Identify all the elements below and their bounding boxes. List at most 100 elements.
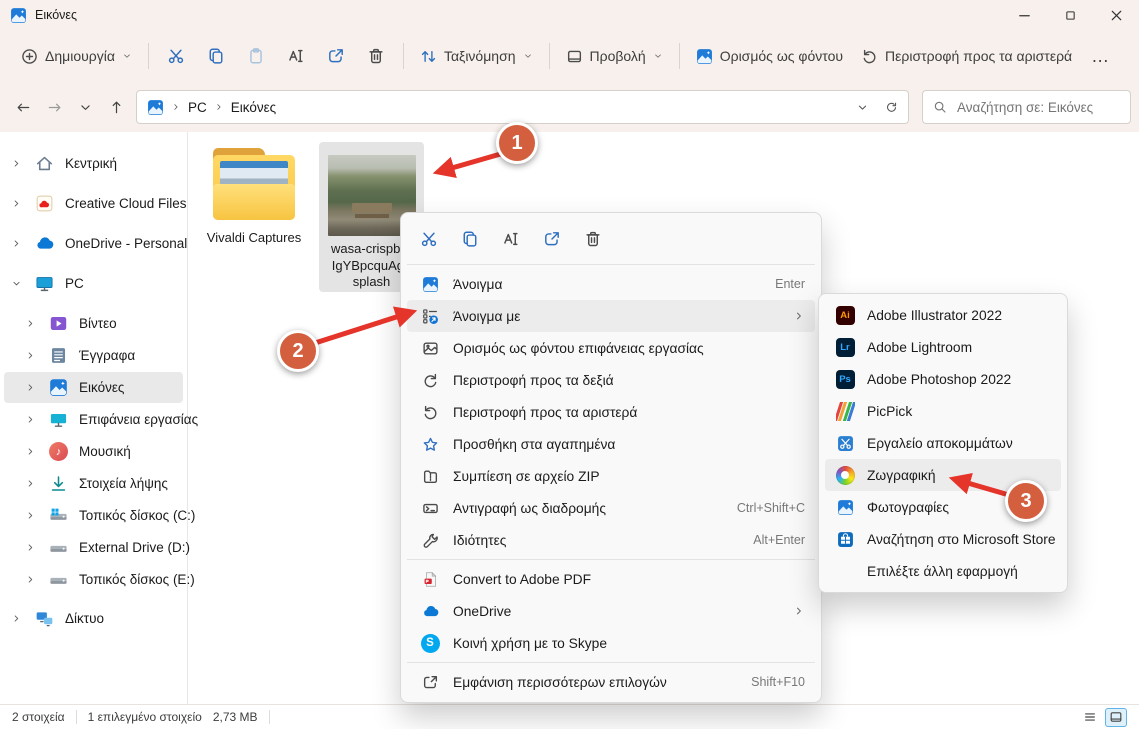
set-background-label: Ορισμός ως φόντου	[720, 48, 843, 64]
submenu-item-picpick[interactable]: PicPick	[825, 395, 1061, 427]
window-title: Εικόνες	[35, 8, 77, 22]
disk-icon	[49, 570, 68, 589]
share-button[interactable]	[316, 39, 356, 73]
ctx-delete-button[interactable]	[574, 222, 612, 256]
sidebar-item-external-drive-d[interactable]: External Drive (D:)	[4, 532, 183, 563]
sidebar-item-pc[interactable]: PC	[4, 268, 183, 299]
sidebar-item-local-disk-e[interactable]: Τοπικός δίσκος (E:)	[4, 564, 183, 595]
command-bar: Δημιουργία Ταξινόμηση Προβολή Ορισμός ως…	[0, 30, 1139, 82]
up-button[interactable]	[101, 92, 132, 123]
submenu-item-illustrator[interactable]: Ai Adobe Illustrator 2022	[825, 299, 1061, 331]
copy-button[interactable]	[196, 39, 236, 73]
chevron-right-icon	[171, 102, 181, 112]
sidebar-item-pictures[interactable]: Εικόνες	[4, 372, 183, 403]
status-separator	[76, 710, 77, 724]
submenu-item-choose-another-app[interactable]: Επιλέξτε άλλη εφαρμογή	[825, 555, 1061, 587]
empty-icon-spacer	[835, 561, 855, 581]
sidebar-item-music[interactable]: ♪ Μουσική	[4, 436, 183, 467]
sidebar-item-local-disk-c[interactable]: Τοπικός δίσκος (C:)	[4, 500, 183, 531]
cut-button[interactable]	[156, 39, 196, 73]
submenu-item-search-store[interactable]: Αναζήτηση στο Microsoft Store	[825, 523, 1061, 555]
sidebar-item-home[interactable]: Κεντρική	[4, 148, 183, 179]
minimize-button[interactable]	[1001, 0, 1047, 30]
rotate-left-button[interactable]: Περιστροφή προς τα αριστερά	[852, 41, 1081, 72]
forward-button[interactable]	[39, 92, 70, 123]
icons-view-toggle[interactable]	[1105, 708, 1127, 727]
onedrive-icon	[35, 234, 54, 253]
sidebar-item-creative-cloud[interactable]: Creative Cloud Files	[4, 188, 183, 219]
pictures-icon	[49, 378, 68, 397]
menu-separator	[407, 264, 815, 265]
copy-path-icon	[420, 498, 440, 518]
menu-item-compress-zip[interactable]: Συμπίεση σε αρχείο ZIP	[407, 460, 815, 492]
zip-folder-icon	[420, 466, 440, 486]
chevron-down-icon	[78, 100, 93, 115]
close-button[interactable]	[1093, 0, 1139, 30]
sort-button[interactable]: Ταξινόμηση	[411, 41, 542, 72]
breadcrumb[interactable]: PC Εικόνες	[136, 90, 909, 124]
back-button[interactable]	[8, 92, 39, 123]
folder-vivaldi-captures[interactable]: Vivaldi Captures	[204, 146, 304, 247]
menu-item-rotate-right[interactable]: Περιστροφή προς τα δεξιά	[407, 364, 815, 396]
menu-item-open[interactable]: Άνοιγμα Enter	[407, 268, 815, 300]
microsoft-store-icon	[835, 529, 855, 549]
search-icon	[933, 100, 947, 114]
chevron-right-icon	[11, 238, 22, 249]
menu-item-properties[interactable]: Ιδιότητες Alt+Enter	[407, 524, 815, 556]
menu-item-convert-to-pdf[interactable]: Convert to Adobe PDF	[407, 563, 815, 595]
rename-button[interactable]	[276, 39, 316, 73]
submenu-item-lightroom[interactable]: Lr Adobe Lightroom	[825, 331, 1061, 363]
search-input[interactable]	[955, 99, 1120, 116]
submenu-item-photoshop[interactable]: Ps Adobe Photoshop 2022	[825, 363, 1061, 395]
menu-item-onedrive[interactable]: OneDrive	[407, 595, 815, 627]
ctx-cut-button[interactable]	[410, 222, 448, 256]
folder-icon	[210, 146, 298, 224]
recent-locations-button[interactable]	[70, 92, 101, 123]
ctx-copy-button[interactable]	[451, 222, 489, 256]
menu-item-show-more-options[interactable]: Εμφάνιση περισσότερων επιλογών Shift+F10	[407, 666, 815, 698]
view-button[interactable]: Προβολή	[557, 41, 672, 72]
sidebar-item-videos[interactable]: Βίντεο	[4, 308, 183, 339]
search-box[interactable]	[922, 90, 1131, 124]
ctx-rename-button[interactable]	[492, 222, 530, 256]
set-background-button[interactable]: Ορισμός ως φόντου	[687, 41, 852, 72]
submenu-item-snipping-tool[interactable]: Εργαλείο αποκομμάτων	[825, 427, 1061, 459]
pictures-folder-icon	[147, 99, 164, 116]
wrench-icon	[420, 530, 440, 550]
menu-item-set-as-background[interactable]: Ορισμός ως φόντου επιφάνειας εργασίας	[407, 332, 815, 364]
plus-circle-icon	[21, 48, 38, 65]
chevron-right-icon	[25, 414, 36, 425]
menu-item-copy-as-path[interactable]: Αντιγραφή ως διαδρομής Ctrl+Shift+C	[407, 492, 815, 524]
selected-count: 1 επιλεγμένο στοιχείο	[88, 710, 202, 724]
sidebar-item-onedrive[interactable]: OneDrive - Personal	[4, 228, 183, 259]
paste-button[interactable]	[236, 39, 276, 73]
breadcrumb-item-current[interactable]: Εικόνες	[231, 100, 276, 115]
menu-item-share-skype[interactable]: S Κοινή χρήση με το Skype	[407, 627, 815, 659]
selected-size: 2,73 MB	[213, 710, 258, 724]
more-options-button[interactable]: …	[1081, 46, 1120, 67]
chevron-right-icon	[25, 446, 36, 457]
chevron-down-icon	[653, 51, 663, 61]
chevron-down-icon	[122, 51, 132, 61]
details-view-toggle[interactable]	[1079, 708, 1101, 727]
onedrive-icon	[420, 601, 440, 621]
pc-icon	[35, 274, 54, 293]
copy-icon	[207, 47, 225, 65]
sidebar-item-network[interactable]: Δίκτυο	[4, 603, 183, 634]
photoshop-icon: Ps	[835, 369, 855, 389]
toolbar-separator	[403, 43, 404, 69]
new-button[interactable]: Δημιουργία	[12, 41, 141, 72]
sidebar-item-downloads[interactable]: Στοιχεία λήψης	[4, 468, 183, 499]
menu-item-open-with[interactable]: Άνοιγμα με	[407, 300, 815, 332]
sidebar-item-desktop[interactable]: Επιφάνεια εργασίας	[4, 404, 183, 435]
menu-item-rotate-left[interactable]: Περιστροφή προς τα αριστερά	[407, 396, 815, 428]
maximize-button[interactable]	[1047, 0, 1093, 30]
menu-item-add-to-favorites[interactable]: Προσθήκη στα αγαπημένα	[407, 428, 815, 460]
breadcrumb-item-pc[interactable]: PC	[188, 100, 207, 115]
ctx-share-button[interactable]	[533, 222, 571, 256]
sidebar-item-documents[interactable]: Έγγραφα	[4, 340, 183, 371]
chevron-down-icon[interactable]	[856, 101, 869, 114]
delete-button[interactable]	[356, 39, 396, 73]
refresh-icon[interactable]	[885, 101, 898, 114]
wallpaper-icon	[696, 48, 713, 65]
